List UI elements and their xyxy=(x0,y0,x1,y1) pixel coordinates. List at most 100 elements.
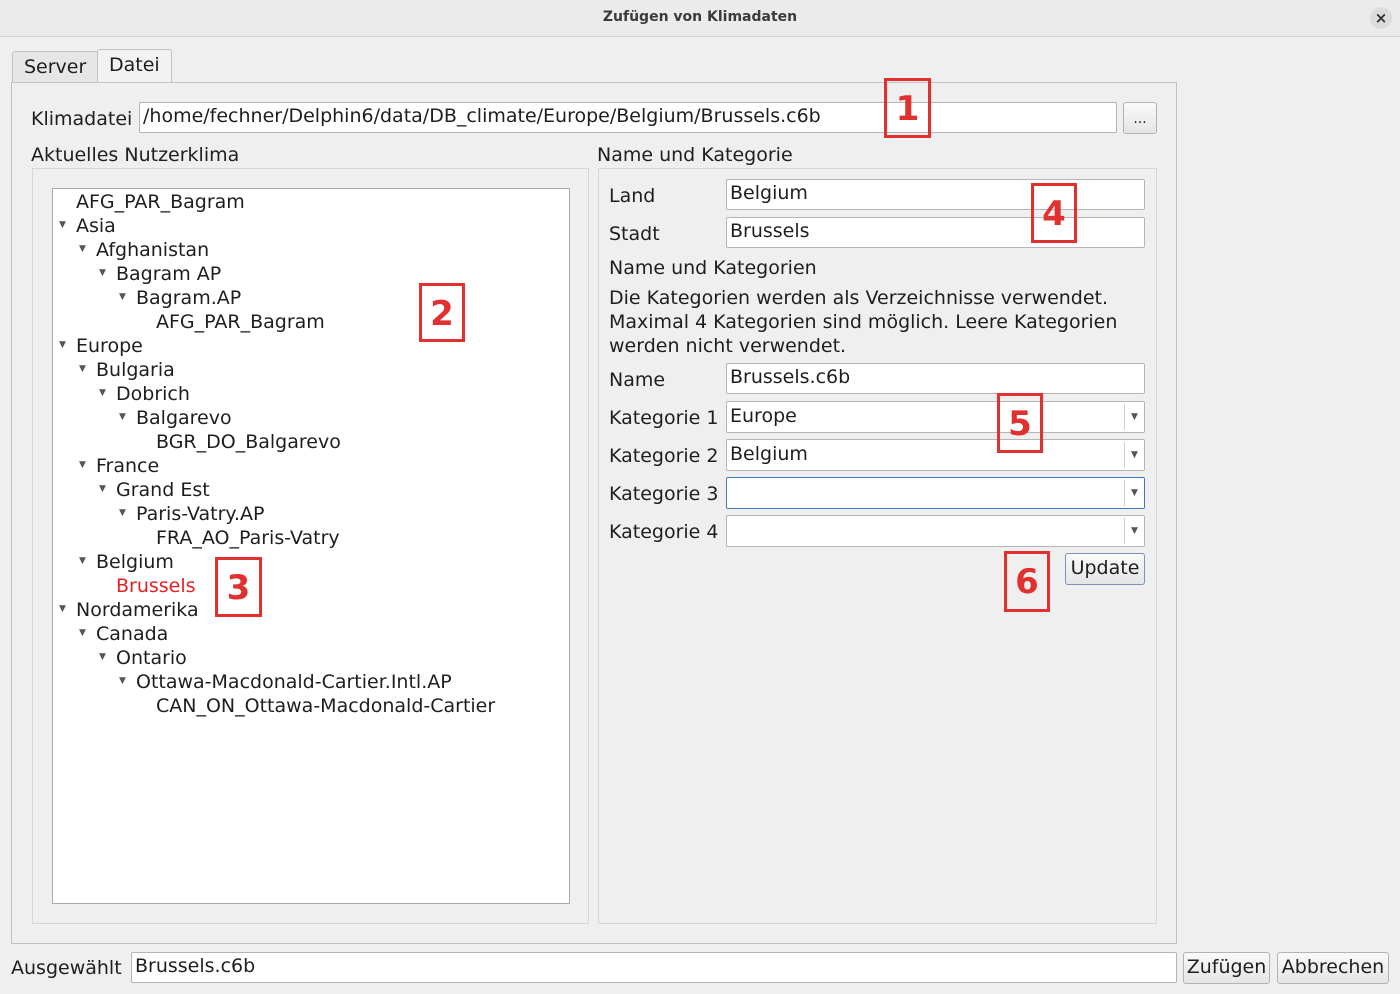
tree-item-label: Ottawa-Macdonald-Cartier.Intl.AP xyxy=(136,671,452,693)
expand-arrow-icon[interactable]: ▼ xyxy=(79,460,86,470)
tree-item-label: Grand Est xyxy=(116,479,210,501)
expand-arrow-icon[interactable]: ▼ xyxy=(119,676,126,686)
tree-item-label: Nordamerika xyxy=(76,599,199,621)
stadt-label: Stadt xyxy=(609,223,660,245)
tree-item[interactable]: ▼ Bagram.AP xyxy=(119,287,241,311)
tree-item[interactable]: ▼ Balgarevo xyxy=(119,407,232,431)
name-field[interactable]: Brussels.c6b xyxy=(726,363,1145,394)
category-2-label: Kategorie 2 xyxy=(609,445,719,467)
expand-arrow-icon[interactable]: ▼ xyxy=(59,220,66,230)
category-1-value: Europe xyxy=(730,405,797,427)
categories-description-2: Maximal 4 Kategorien sind möglich. Leere… xyxy=(609,311,1118,333)
tree-item-label: Belgium xyxy=(96,551,174,573)
tree-item[interactable]: AFG_PAR_Bagram xyxy=(156,311,325,335)
tab-datei-label: Datei xyxy=(109,54,160,76)
tree-item[interactable]: ▼ Grand Est xyxy=(99,479,210,503)
category-3-combo[interactable]: ▼ xyxy=(726,477,1145,509)
tree-item-label: Asia xyxy=(76,215,116,237)
expand-arrow-icon[interactable]: ▼ xyxy=(119,292,126,302)
tree-item-label: BGR_DO_Balgarevo xyxy=(156,431,341,453)
tree-item[interactable]: ▼ Afghanistan xyxy=(79,239,210,263)
selected-label: Ausgewählt xyxy=(11,957,122,979)
climate-file-label: Klimadatei xyxy=(31,108,133,130)
expand-arrow-icon[interactable]: ▼ xyxy=(99,388,106,398)
annotation-marker-4: 4 xyxy=(1031,183,1077,243)
category-4-label: Kategorie 4 xyxy=(609,521,719,543)
tree-item[interactable]: ▼ Ontario xyxy=(99,647,187,671)
tree-item[interactable]: ▼ Bulgaria xyxy=(79,359,175,383)
tree-item[interactable]: ▼ Canada xyxy=(79,623,169,647)
annotation-marker-1: 1 xyxy=(884,78,931,138)
categories-subtitle: Name und Kategorien xyxy=(609,257,817,279)
categories-description-1: Die Kategorien werden als Verzeichnisse … xyxy=(609,287,1109,309)
tree-item[interactable]: ▼ Nordamerika xyxy=(59,599,199,623)
category-2-value: Belgium xyxy=(730,443,808,465)
tree-item[interactable]: ▼ Bagram AP xyxy=(99,263,222,287)
annotation-marker-6: 6 xyxy=(1004,551,1050,612)
categories-description-3: werden nicht verwendet. xyxy=(609,335,847,357)
expand-arrow-icon[interactable]: ▼ xyxy=(79,556,86,566)
chevron-down-icon[interactable]: ▼ xyxy=(1124,404,1144,430)
expand-arrow-icon[interactable]: ▼ xyxy=(59,604,66,614)
tree-item-label: AFG_PAR_Bagram xyxy=(76,191,245,213)
tree-item-label: AFG_PAR_Bagram xyxy=(156,311,325,333)
tree-item[interactable]: ▼ Ottawa-Macdonald-Cartier.Intl.AP xyxy=(119,671,452,695)
expand-arrow-icon[interactable]: ▼ xyxy=(59,340,66,350)
expand-arrow-icon[interactable]: ▼ xyxy=(119,508,126,518)
expand-arrow-icon[interactable]: ▼ xyxy=(99,652,106,662)
expand-arrow-icon[interactable]: ▼ xyxy=(79,628,86,638)
tree-item-label: France xyxy=(96,455,160,477)
category-4-combo[interactable]: ▼ xyxy=(726,515,1145,547)
chevron-down-icon[interactable]: ▼ xyxy=(1124,480,1144,506)
tree-item[interactable]: ▼ Paris-Vatry.AP xyxy=(119,503,265,527)
tree-item-label: Afghanistan xyxy=(96,239,210,261)
expand-arrow-icon[interactable]: ▼ xyxy=(79,364,86,374)
annotation-marker-3: 3 xyxy=(215,557,262,617)
tree-item-label: Paris-Vatry.AP xyxy=(136,503,265,525)
add-button[interactable]: Zufügen xyxy=(1183,952,1270,984)
category-1-combo[interactable]: Europe ▼ xyxy=(726,401,1145,433)
tree-item[interactable]: CAN_ON_Ottawa-Macdonald-Cartier xyxy=(156,695,495,719)
tree-item[interactable]: ▼ Belgium xyxy=(79,551,174,575)
chevron-down-icon[interactable]: ▼ xyxy=(1124,518,1144,544)
tree-item[interactable]: AFG_PAR_Bagram xyxy=(76,191,245,215)
selected-field[interactable]: Brussels.c6b xyxy=(131,952,1177,983)
tree-item[interactable]: ▼ France xyxy=(79,455,160,479)
expand-arrow-icon[interactable]: ▼ xyxy=(119,412,126,422)
category-1-label: Kategorie 1 xyxy=(609,407,719,429)
land-field[interactable]: Belgium xyxy=(726,179,1145,210)
tree-item-label: Balgarevo xyxy=(136,407,232,429)
tree-item-label: Bagram AP xyxy=(116,263,222,285)
tab-datei[interactable]: Datei xyxy=(97,49,172,84)
expand-arrow-icon[interactable]: ▼ xyxy=(99,268,106,278)
name-section-title: Name und Kategorie xyxy=(597,144,793,166)
tree-item-label: Canada xyxy=(96,623,169,645)
window-title: Zufügen von Klimadaten xyxy=(602,9,798,25)
tree-item-label: FRA_AO_Paris-Vatry xyxy=(156,527,340,549)
climate-tree[interactable]: AFG_PAR_Bagram ▼ Asia ▼ Afghanistan ▼ Bagram A… xyxy=(52,188,570,904)
tab-server[interactable]: Server xyxy=(12,51,99,83)
tree-item[interactable]: Brussels xyxy=(116,575,196,599)
update-button[interactable]: Update xyxy=(1065,553,1145,585)
tree-item[interactable]: FRA_AO_Paris-Vatry xyxy=(156,527,340,551)
climate-file-path-field[interactable]: /home/fechner/Delphin6/data/DB_climate/E… xyxy=(139,102,1117,133)
land-label: Land xyxy=(609,185,656,207)
tree-item[interactable]: ▼ Dobrich xyxy=(99,383,190,407)
close-icon[interactable]: × xyxy=(1370,7,1392,29)
chevron-down-icon[interactable]: ▼ xyxy=(1124,442,1144,468)
annotation-marker-5: 5 xyxy=(997,393,1043,453)
tree-item[interactable]: ▼ Asia xyxy=(59,215,116,239)
tree-item[interactable]: ▼ Europe xyxy=(59,335,143,359)
expand-arrow-icon[interactable]: ▼ xyxy=(99,484,106,494)
cancel-button[interactable]: Abbrechen xyxy=(1277,952,1389,984)
category-2-combo[interactable]: Belgium ▼ xyxy=(726,439,1145,471)
browse-button[interactable]: ... xyxy=(1123,102,1157,134)
category-3-label: Kategorie 3 xyxy=(609,483,719,505)
stadt-field[interactable]: Brussels xyxy=(726,217,1145,248)
tree-item-label: Bulgaria xyxy=(96,359,175,381)
tree-item-label: Europe xyxy=(76,335,143,357)
expand-arrow-icon[interactable]: ▼ xyxy=(79,244,86,254)
tree-item[interactable]: BGR_DO_Balgarevo xyxy=(156,431,341,455)
tree-section-title: Aktuelles Nutzerklima xyxy=(31,144,240,166)
tree-item-label: Dobrich xyxy=(116,383,190,405)
